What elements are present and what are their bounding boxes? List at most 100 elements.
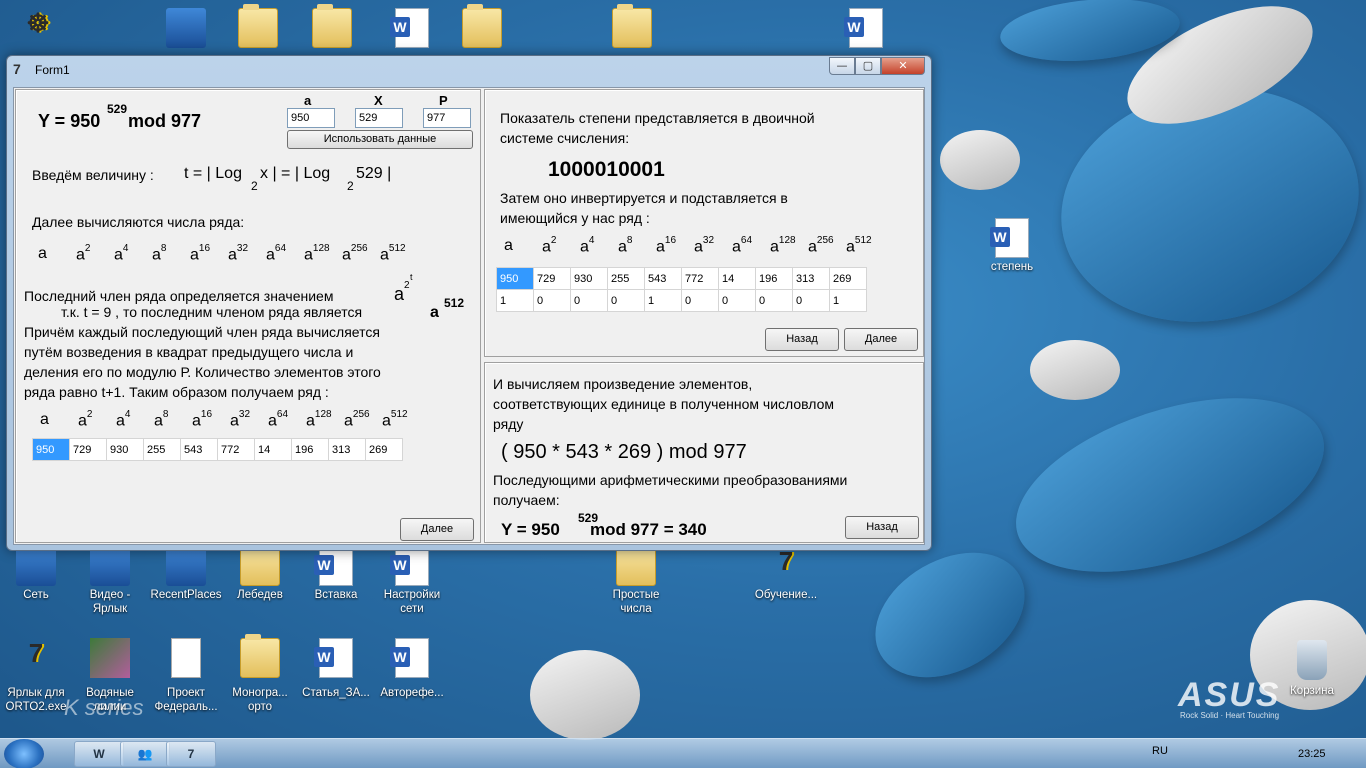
desktop-icon[interactable] xyxy=(446,4,518,50)
input-p[interactable] xyxy=(423,108,471,128)
grid-cell[interactable]: 269 xyxy=(829,267,867,290)
desktop-icon-project[interactable]: Проект Федераль... xyxy=(150,638,222,714)
grid-cell[interactable]: 0 xyxy=(792,289,830,312)
grid-cell[interactable]: 0 xyxy=(718,289,756,312)
taskbar-word[interactable]: W xyxy=(74,741,124,767)
series-term-exponent: 32 xyxy=(238,409,251,420)
product-formula: ( 950 * 543 * 269 ) mod 977 xyxy=(501,441,747,463)
grid-cell[interactable]: 772 xyxy=(217,438,255,461)
t-definition-part1: t = | Log xyxy=(184,165,242,182)
desktop-icon[interactable] xyxy=(296,4,368,50)
back-button[interactable]: Назад xyxy=(765,328,839,351)
grid-cell[interactable]: 729 xyxy=(69,438,107,461)
desktop-icon[interactable] xyxy=(376,8,448,50)
desktop-icon-prime-numbers[interactable]: Простые числа xyxy=(600,542,672,616)
grid-cell[interactable]: 1 xyxy=(496,289,534,312)
binary-grid[interactable]: 950 729 930 255 543 772 14 196 313 269 1000100001 xyxy=(496,267,867,312)
desktop-icon[interactable] xyxy=(830,8,902,50)
series-term-base: a xyxy=(40,411,49,428)
desktop-icon-stepen[interactable]: степень xyxy=(976,218,1048,274)
grid-cell[interactable]: 772 xyxy=(681,267,719,290)
grid-cell[interactable]: 196 xyxy=(755,267,793,290)
desktop-icon[interactable] xyxy=(222,4,294,50)
series-term-base: a xyxy=(580,238,589,256)
desktop-icon-article[interactable]: Статья_ЗА... xyxy=(300,638,372,700)
desktop-icon[interactable] xyxy=(596,4,668,50)
grid-cell[interactable]: 0 xyxy=(681,289,719,312)
intro-text: Введём величину : xyxy=(32,167,154,183)
next-button[interactable]: Далее xyxy=(400,518,474,541)
desktop-decoration xyxy=(853,527,1047,703)
close-button[interactable]: ✕ xyxy=(881,57,925,75)
back-button[interactable]: Назад xyxy=(845,516,919,539)
desktop-icon-vstavka[interactable]: Вставка xyxy=(300,546,372,602)
t-definition-sub2: 2 xyxy=(347,179,354,193)
grid-cell[interactable]: 313 xyxy=(328,438,366,461)
desktop-icon-label: Статья_ЗА... xyxy=(302,687,370,699)
input-x[interactable] xyxy=(355,108,403,128)
series-term-exponent: 2 xyxy=(550,235,557,246)
series-term: a16 xyxy=(190,243,228,264)
window-titlebar[interactable]: 7 Form1 — ▢ ✕ xyxy=(7,56,931,84)
taskbar-contacts[interactable]: 👥 xyxy=(120,741,170,767)
desktop-icon-orto2[interactable]: 7 Ярлык для ORTO2.exe xyxy=(0,638,72,714)
grid-cell[interactable]: 1 xyxy=(829,289,867,312)
grid-row: 950 729 930 255 543 772 14 196 313 269 xyxy=(32,438,403,461)
grid-cell[interactable]: 543 xyxy=(644,267,682,290)
grid-cell[interactable]: 729 xyxy=(533,267,571,290)
grid-cell[interactable]: 255 xyxy=(143,438,181,461)
desktop-icon-recycle-bin[interactable]: Корзина xyxy=(1276,640,1348,698)
tk-symbol: a xyxy=(430,304,439,321)
desktop-icon-network-settings[interactable]: Настройки сети xyxy=(376,546,448,616)
grid-cell[interactable]: 950 xyxy=(32,438,70,461)
grid-cell[interactable]: 543 xyxy=(180,438,218,461)
form1-window: 7 Form1 — ▢ ✕ Y = 950 529 mod 977 a X P … xyxy=(6,55,932,551)
series-term-base: a xyxy=(342,246,351,264)
series-term-exponent: 256 xyxy=(816,235,834,246)
grid-cell[interactable]: 196 xyxy=(291,438,329,461)
series-term: a4 xyxy=(114,243,152,264)
grid-cell[interactable]: 313 xyxy=(792,267,830,290)
grid-cell[interactable]: 950 xyxy=(496,267,534,290)
desktop-icon-abstract[interactable]: Авторефе... xyxy=(376,638,448,700)
minimize-button[interactable]: — xyxy=(829,57,855,75)
desktop-icon-network[interactable]: Сеть xyxy=(0,546,72,602)
grid-cell[interactable]: 930 xyxy=(570,267,608,290)
desktop-icon[interactable] xyxy=(150,8,222,50)
desktop-icon-training[interactable]: 7 Обучение... xyxy=(750,546,822,602)
series-term-base: a xyxy=(190,246,199,264)
input-a[interactable] xyxy=(287,108,335,128)
series-term-exponent: 4 xyxy=(588,235,595,246)
use-data-button[interactable]: Использовать данные xyxy=(287,130,473,149)
next-button[interactable]: Далее xyxy=(844,328,918,351)
grid-cell[interactable]: 0 xyxy=(755,289,793,312)
series-term-base: a xyxy=(656,238,665,256)
watermark-kseries: K series xyxy=(64,695,144,720)
desktop-icon[interactable]: ☸ xyxy=(2,8,74,50)
desktop-icon-video[interactable]: Видео - Ярлык xyxy=(74,546,146,616)
series-grid[interactable]: 950 729 930 255 543 772 14 196 313 269 xyxy=(32,438,403,461)
series-term-base: a xyxy=(504,237,513,254)
grid-cell[interactable]: 0 xyxy=(607,289,645,312)
language-indicator[interactable]: RU xyxy=(1152,745,1168,757)
grid-cell[interactable]: 14 xyxy=(254,438,292,461)
grid-cell[interactable]: 1 xyxy=(644,289,682,312)
series-term: a256 xyxy=(344,409,382,430)
series-term: a128 xyxy=(304,243,342,264)
desktop-icon-recentplaces[interactable]: RecentPlaces xyxy=(150,546,222,602)
grid-cell[interactable]: 930 xyxy=(106,438,144,461)
grid-cell[interactable]: 14 xyxy=(718,267,756,290)
left-panel: Y = 950 529 mod 977 a X P Использовать д… xyxy=(15,89,481,543)
grid-cell[interactable]: 269 xyxy=(365,438,403,461)
grid-cell[interactable]: 0 xyxy=(570,289,608,312)
start-button[interactable] xyxy=(4,739,44,768)
desktop-icon-lebedev[interactable]: Лебедев xyxy=(224,542,296,602)
formula-mod: mod 977 xyxy=(128,111,202,131)
grid-cell[interactable]: 0 xyxy=(533,289,571,312)
clock[interactable]: 23:25 xyxy=(1298,748,1326,760)
desktop-icon-monograph[interactable]: Моногра... орто xyxy=(224,634,296,714)
invert-text-1: Затем оно инвертируется и подставляется … xyxy=(500,190,788,206)
taskbar-form1[interactable]: 7 xyxy=(166,741,216,767)
grid-cell[interactable]: 255 xyxy=(607,267,645,290)
maximize-button[interactable]: ▢ xyxy=(855,57,881,75)
